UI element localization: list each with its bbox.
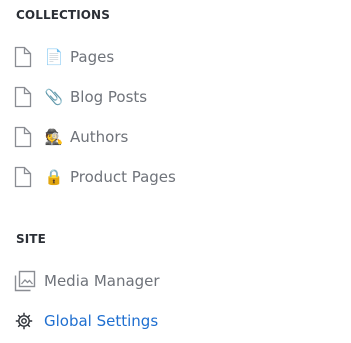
page-emoji-icon: 📄 <box>44 48 64 66</box>
document-icon <box>14 45 40 69</box>
detective-icon: 🕵️ <box>44 128 64 146</box>
site-item-media-manager[interactable]: Media Manager <box>14 267 160 295</box>
collection-item-product-pages[interactable]: 🔒 Product Pages <box>14 163 176 191</box>
lock-icon: 🔒 <box>44 168 64 186</box>
collection-item-label: Pages <box>70 48 115 66</box>
collection-item-label: Product Pages <box>70 168 176 186</box>
document-icon <box>14 85 40 109</box>
gear-icon <box>14 309 40 333</box>
document-icon <box>14 125 40 149</box>
section-title-site: SITE <box>16 232 46 246</box>
paperclip-icon: 📎 <box>44 88 64 106</box>
collection-item-blog-posts[interactable]: 📎 Blog Posts <box>14 83 147 111</box>
sidebar: COLLECTIONS 📄 Pages 📎 Blog Posts � <box>0 0 351 343</box>
document-icon <box>14 165 40 189</box>
collection-item-label: Authors <box>70 128 129 146</box>
collection-item-label: Blog Posts <box>70 88 148 106</box>
image-gallery-icon <box>14 269 40 293</box>
site-item-global-settings[interactable]: Global Settings <box>14 307 158 335</box>
site-item-label: Global Settings <box>44 312 159 330</box>
collection-item-authors[interactable]: 🕵️ Authors <box>14 123 128 151</box>
collection-item-pages[interactable]: 📄 Pages <box>14 43 114 71</box>
site-item-label: Media Manager <box>44 272 160 290</box>
section-title-collections: COLLECTIONS <box>16 8 110 22</box>
